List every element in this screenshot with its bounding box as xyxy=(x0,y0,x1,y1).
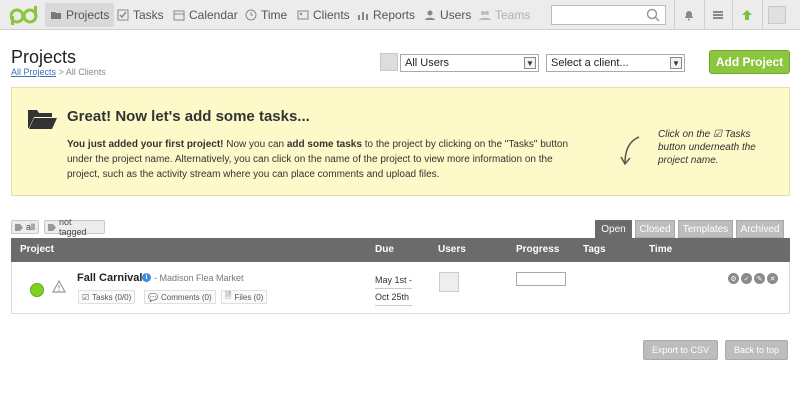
calendar-icon xyxy=(173,10,185,21)
folder-icon xyxy=(51,12,61,19)
chart-icon xyxy=(358,12,368,20)
nav-divider xyxy=(704,0,705,30)
tag-not-tagged[interactable]: not tagged xyxy=(44,217,105,237)
avatar xyxy=(768,6,786,24)
column-progress[interactable]: Progress xyxy=(516,244,559,255)
back-to-top-button[interactable]: Back to top xyxy=(725,340,788,360)
clock-icon xyxy=(245,9,257,21)
files-button[interactable]: 🗎 Files (0) xyxy=(221,290,268,304)
column-project[interactable]: Project xyxy=(20,244,54,255)
list-icon xyxy=(713,11,723,19)
onboarding-alert: Great! Now let's add some tasks... You j… xyxy=(11,87,790,196)
teams-icon xyxy=(479,11,491,20)
users-select[interactable]: All Users ▼ xyxy=(400,54,539,72)
column-due[interactable]: Due xyxy=(375,244,394,255)
account-button[interactable] xyxy=(765,3,789,27)
project-name[interactable]: Fall Carnival xyxy=(77,272,142,284)
logo-icon[interactable] xyxy=(10,4,38,26)
checkbox-icon: ☑ xyxy=(82,292,90,302)
top-navigation: Projects Tasks Calendar Time Clients Rep… xyxy=(0,0,800,30)
row-actions: ⚙ ✓ ✎ ✕ xyxy=(728,273,778,284)
nav-reports[interactable]: Reports xyxy=(352,3,420,27)
tab-open[interactable]: Open xyxy=(595,220,632,238)
breadcrumb: All Projects > All Clients xyxy=(11,67,106,77)
upgrade-button[interactable] xyxy=(735,3,759,27)
warning-icon xyxy=(52,280,66,293)
nav-time[interactable]: Time xyxy=(240,3,292,27)
export-csv-button[interactable]: Export to CSV xyxy=(643,340,718,360)
table-header: Project Due Users Progress Tags Time xyxy=(11,238,790,262)
alert-title: Great! Now let's add some tasks... xyxy=(67,108,310,125)
alert-body: You just added your first project! Now y… xyxy=(67,139,569,180)
nav-divider xyxy=(732,0,733,30)
edit-icon[interactable]: ✎ xyxy=(754,273,765,284)
tab-templates[interactable]: Templates xyxy=(678,220,733,238)
table-row: Fall Carnival i - Madison Flea Market ☑ T… xyxy=(11,262,790,314)
arrow-up-icon xyxy=(742,10,752,20)
settings-icon[interactable]: ⚙ xyxy=(728,273,739,284)
due-dates: May 1st - Oct 25th xyxy=(375,272,413,306)
progress-bar xyxy=(516,272,566,286)
chevron-down-icon: ▼ xyxy=(670,57,682,69)
bell-icon xyxy=(685,11,693,21)
avatar[interactable] xyxy=(439,272,459,292)
nav-divider xyxy=(762,0,763,30)
tag-icon xyxy=(48,224,56,231)
nav-users[interactable]: Users xyxy=(419,3,476,27)
nav-projects[interactable]: Projects xyxy=(45,3,115,27)
nav-calendar[interactable]: Calendar xyxy=(168,3,243,27)
column-users[interactable]: Users xyxy=(438,244,466,255)
client-select[interactable]: Select a client... ▼ xyxy=(546,54,685,72)
checkbox-icon xyxy=(117,9,129,21)
info-icon[interactable]: i xyxy=(142,273,151,282)
due-start: May 1st - xyxy=(375,272,413,289)
comment-icon: 💬 xyxy=(148,292,158,302)
column-tags[interactable]: Tags xyxy=(583,244,606,255)
breadcrumb-rest: > All Clients xyxy=(56,67,106,77)
nav-tasks[interactable]: Tasks xyxy=(112,3,169,27)
user-filter-avatar xyxy=(380,53,398,71)
clients-icon xyxy=(297,10,309,20)
user-icon xyxy=(425,10,435,20)
tag-all[interactable]: all xyxy=(11,220,39,234)
tag-icon xyxy=(15,224,23,231)
file-icon: 🗎 xyxy=(225,291,232,300)
comments-button[interactable]: 💬 Comments (0) xyxy=(144,290,216,304)
check-icon[interactable]: ✓ xyxy=(741,273,752,284)
tasks-button[interactable]: ☑ Tasks (0/0) xyxy=(78,290,136,304)
curved-arrow-icon xyxy=(620,136,640,166)
status-indicator[interactable] xyxy=(30,283,44,297)
tab-closed[interactable]: Closed xyxy=(635,220,675,238)
close-icon[interactable]: ✕ xyxy=(767,273,778,284)
breadcrumb-all-projects[interactable]: All Projects xyxy=(11,67,56,77)
notifications-button[interactable] xyxy=(677,3,701,27)
search-icon[interactable] xyxy=(646,8,660,22)
nav-clients[interactable]: Clients xyxy=(292,3,355,27)
add-project-button[interactable]: Add Project xyxy=(709,50,790,74)
checkbox-icon: ☑ xyxy=(713,129,722,140)
due-end: Oct 25th xyxy=(375,289,413,306)
page-title: Projects xyxy=(11,47,77,67)
column-time[interactable]: Time xyxy=(649,244,672,255)
tab-archived[interactable]: Archived xyxy=(736,220,784,238)
nav-divider xyxy=(674,0,675,30)
nav-teams[interactable]: Teams xyxy=(474,3,535,27)
open-folder-icon xyxy=(28,110,57,129)
chevron-down-icon: ▼ xyxy=(524,57,536,69)
project-client: - Madison Flea Market xyxy=(154,273,244,283)
list-view-button[interactable] xyxy=(706,3,730,27)
alert-hint: Click on the ☑ Tasks button underneath t… xyxy=(658,129,756,166)
